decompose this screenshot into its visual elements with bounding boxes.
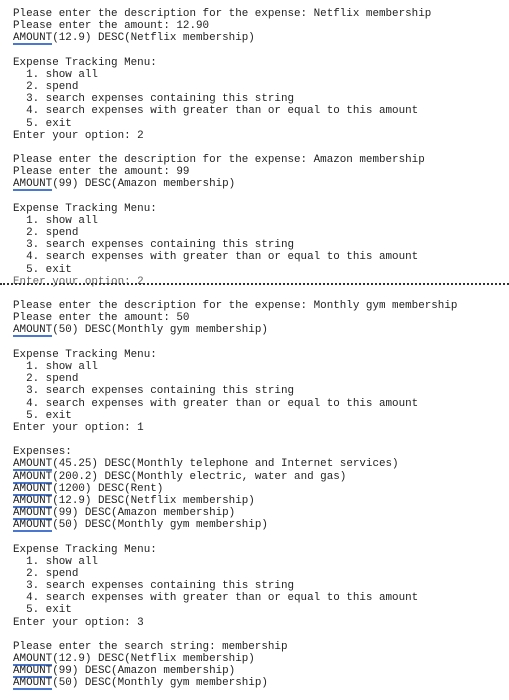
console-line: 3. search expenses containing this strin… [13,580,295,593]
console-line: 4. search expenses with greater than or … [13,592,419,605]
console-line: 3. search expenses containing this strin… [13,93,295,106]
expense-record-line: AMOUNT(99) DESC(Amazon membership) [13,507,457,521]
console-line: Enter your option: 1 [13,421,144,434]
console-line: 4. search expenses with greater than or … [13,105,419,118]
expense-record-text: (12.9) DESC(Netflix membership) [52,494,255,507]
console-line: Expense Tracking Menu: [13,56,157,69]
console-line: 4. search expenses with greater than or … [13,397,419,410]
console-line: 5. exit [13,604,72,617]
console-line: 3. search expenses containing this strin… [13,239,295,252]
expense-record-text: (99) DESC(Amazon membership) [52,665,236,678]
console-line: Please enter the description for the exp… [13,8,432,20]
console-line: Please enter the search string: membersh… [13,640,288,653]
expense-record-text: (99) DESC(Amazon membership) [52,507,236,520]
console-line: Enter your option: 2 [13,275,144,288]
expense-record-text: (12.9) DESC(Netflix membership) [52,653,255,666]
console-line: Please enter the amount: 12.90 [13,20,210,33]
console-line: 2. spend [13,373,79,386]
terminal-output: Please enter the description for the exp… [13,8,458,691]
console-line: Expense Tracking Menu: [13,348,157,361]
console-line: 1. show all [13,214,98,227]
console-line: Please enter the amount: 99 [13,166,190,179]
console-line: 5. exit [13,409,72,422]
expense-record-line: AMOUNT(50) DESC(Monthly gym membership) [13,677,457,691]
console-line: 2. spend [13,81,79,94]
expense-record-text: (200.2) DESC(Monthly electric, water and… [52,470,347,483]
console-line: Expense Tracking Menu: [13,543,157,556]
expense-record-text: (50) DESC(Monthly gym membership) [52,519,268,532]
expense-record-line: AMOUNT(12.9) DESC(Netflix membership) [13,494,457,508]
console-line: 5. exit [13,263,72,276]
expense-record-line: AMOUNT(200.2) DESC(Monthly electric, wat… [13,470,457,484]
console-line: 2. spend [13,567,79,580]
console-line: 3. search expenses containing this strin… [13,385,295,398]
expense-record-line: AMOUNT(50) DESC(Monthly gym membership) [13,324,457,338]
console-line: 4. search expenses with greater than or … [13,251,419,264]
expense-record-line: AMOUNT(50) DESC(Monthly gym membership) [13,519,457,533]
console-line: 1. show all [13,68,98,81]
expense-record-line: AMOUNT(99) DESC(Amazon membership) [13,665,457,679]
dotted-divider [0,283,509,285]
expense-record-text: (1200) DESC(Rent) [52,482,164,495]
expense-record-text: (99) DESC(Amazon membership) [52,178,236,191]
expense-record-line: AMOUNT(12.9) DESC(Netflix membership) [13,32,457,46]
expense-record-text: (45.25) DESC(Monthly telephone and Inter… [52,458,399,471]
expense-record-line: AMOUNT(99) DESC(Amazon membership) [13,178,457,192]
console-line: Expenses: [13,446,72,459]
expense-record-line: AMOUNT(1200) DESC(Rent) [13,482,457,496]
console-line: Please enter the description for the exp… [13,300,458,313]
console-line: Enter your option: 2 [13,129,144,142]
expense-record-text: (50) DESC(Monthly gym membership) [52,324,268,337]
console-line: Enter your option: 3 [13,616,144,629]
amount-keyword-spellcheck: AMOUNT [13,677,53,691]
expense-record-line: AMOUNT(12.9) DESC(Netflix membership) [13,653,457,667]
console-line: 2. spend [13,227,79,240]
console-line: 5. exit [13,117,72,130]
expense-record-line: AMOUNT(45.25) DESC(Monthly telephone and… [13,458,457,472]
console-line: 1. show all [13,360,98,373]
expense-record-text: (50) DESC(Monthly gym membership) [52,677,268,690]
expense-record-text: (12.9) DESC(Netflix membership) [52,32,255,45]
console-line: Please enter the description for the exp… [13,154,425,167]
console-line: Please enter the amount: 50 [13,312,190,325]
console-line: Expense Tracking Menu: [13,202,157,215]
console-line: 1. show all [13,555,98,568]
